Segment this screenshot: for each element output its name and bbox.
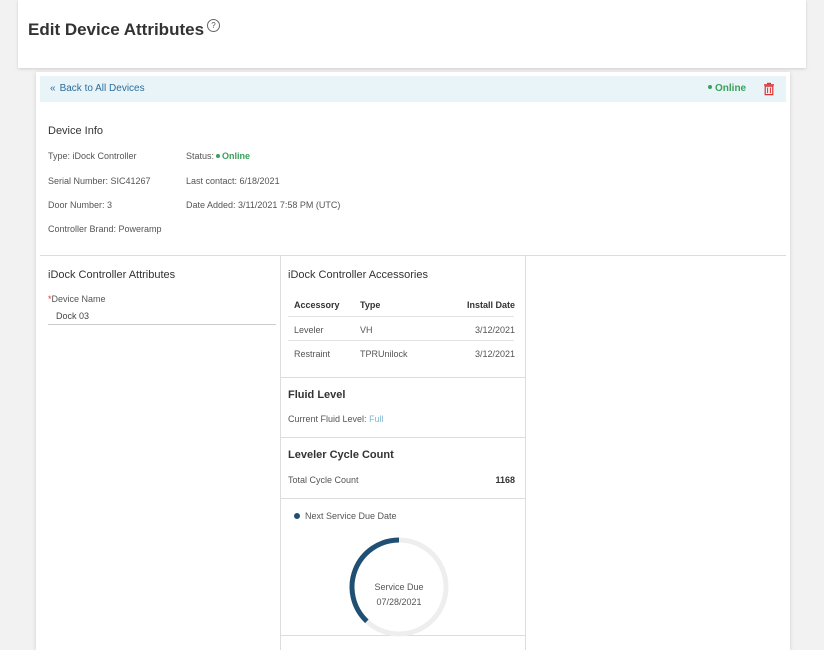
column-header-accessory: Accessory [294,300,340,310]
type-cell: VH [360,325,373,335]
current-fluid-level: Current Fluid Level: Full [288,414,384,424]
column-header-install-date: Install Date [466,300,515,310]
type-cell: TPRUnilock [360,349,408,359]
controller-brand: Controller Brand: Poweramp [48,224,162,234]
trash-icon[interactable] [762,82,776,96]
door-number: Door Number: 3 [48,200,113,210]
service-legend: Next Service Due Date [294,511,397,521]
back-link-label: Back to All Devices [59,83,145,94]
online-status-badge: Online [708,83,746,94]
question-circle-icon[interactable]: ? [207,19,221,32]
device-status-value: Online [222,151,251,161]
accessories-panel: iDock Controller Accessories Accessory T… [280,256,525,378]
device-card: «Back to All Devices Online Device Info … [36,72,790,650]
table-divider [288,340,514,341]
page-title: Edit Device Attributes? [28,19,221,40]
device-toolbar: «Back to All Devices Online [40,76,786,102]
device-name-input[interactable] [48,308,276,325]
service-due-date: 07/28/2021 [376,597,422,607]
legend-dot-icon [294,512,300,519]
attributes-heading: iDock Controller Attributes [48,269,176,281]
table-divider [288,316,514,317]
page-header: Edit Device Attributes? [18,0,806,68]
device-status: Status: Online [186,151,250,161]
double-chevron-left-icon: « [50,83,56,94]
status-dot-icon [708,85,712,90]
accessories-column: iDock Controller Accessories Accessory T… [280,256,526,650]
fluid-level-heading: Fluid Level [288,389,346,401]
date-added: Date Added: 3/11/2021 7:58 PM (UTC) [186,200,341,210]
gauge-progress-arc [349,537,400,624]
cycle-count-label: Total Cycle Count [288,475,359,485]
device-name-label-text: Device Name [51,294,106,304]
cycle-count-heading: Leveler Cycle Count [288,449,394,461]
accessory-cell: Restraint [294,349,331,359]
install-date-cell: 3/12/2021 [474,349,515,359]
serial-number: Serial Number: SIC41267 [48,176,151,186]
service-due-label: Service Due [374,582,424,592]
service-legend-label: Next Service Due Date [305,511,397,521]
install-date-cell: 3/12/2021 [474,325,515,335]
device-info-section: Device Info Type: iDock Controller Seria… [40,112,786,256]
cycle-count-value: 1168 [495,475,515,485]
device-status-label: Status: [186,151,215,161]
accessory-cell: Leveler [294,325,324,335]
controller-attributes-panel: iDock Controller Attributes *Device Name [40,256,281,650]
fluid-level-value: Full [369,414,384,424]
online-status-label: Online [715,83,747,94]
device-info-heading: Device Info [48,125,104,137]
status-dot-icon [216,153,221,158]
last-contact: Last contact: 6/18/2021 [186,176,280,186]
service-due-panel: Next Service Due Date Service Due 07/28/… [280,498,525,637]
device-type: Type: iDock Controller [48,151,137,161]
back-to-all-devices-link[interactable]: «Back to All Devices [50,83,145,94]
column-header-type: Type [360,300,381,310]
accessories-heading: iDock Controller Accessories [288,269,428,281]
cycle-count-panel: Leveler Cycle Count Total Cycle Count 11… [280,437,525,499]
page-title-text: Edit Device Attributes [28,20,205,39]
device-name-label: *Device Name [48,294,106,304]
fluid-level-panel: Fluid Level Current Fluid Level: Full [280,377,525,438]
fluid-level-label: Current Fluid Level: [288,414,367,424]
